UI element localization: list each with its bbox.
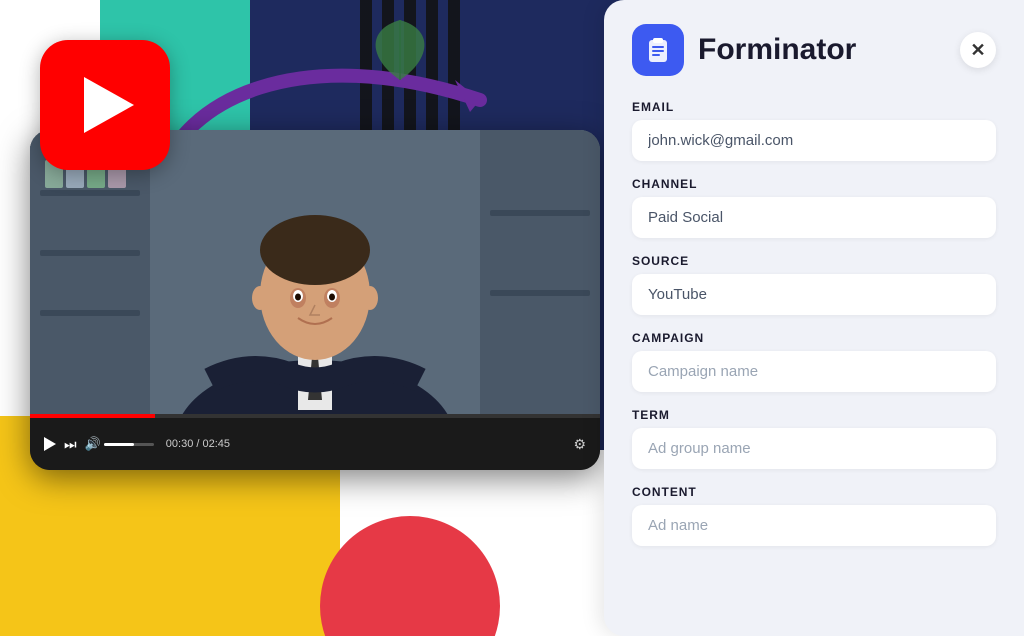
volume-control[interactable]: 🔊	[85, 436, 154, 452]
channel-label: CHANNEL	[632, 177, 996, 191]
bg-shape-red-circle	[320, 516, 500, 636]
panel-header: Forminator ✕	[632, 24, 996, 76]
content-input[interactable]	[632, 505, 996, 546]
leaf-decoration	[360, 10, 440, 90]
term-input[interactable]	[632, 428, 996, 469]
settings-icon[interactable]: ⚙	[573, 436, 586, 453]
panel-title: Forminator	[698, 33, 856, 67]
email-label: EMAIL	[632, 100, 996, 114]
left-background: ⏭ 🔊 00:30 / 02:45 ⚙	[0, 0, 640, 636]
campaign-input[interactable]	[632, 351, 996, 392]
play-icon	[44, 437, 56, 451]
content-label: CONTENT	[632, 485, 996, 499]
campaign-label: CAMPAIGN	[632, 331, 996, 345]
channel-input[interactable]	[632, 197, 996, 238]
forminator-icon-box	[632, 24, 684, 76]
video-person	[30, 130, 600, 418]
volume-bar[interactable]	[104, 443, 154, 446]
video-content	[30, 130, 600, 418]
volume-fill	[104, 443, 134, 446]
source-group: SOURCE	[632, 254, 996, 315]
email-input[interactable]	[632, 120, 996, 161]
email-group: EMAIL	[632, 100, 996, 161]
video-controls: ⏭ 🔊 00:30 / 02:45 ⚙	[30, 418, 600, 470]
source-label: SOURCE	[632, 254, 996, 268]
play-button[interactable]	[44, 437, 56, 451]
youtube-logo	[40, 40, 170, 170]
panel-title-group: Forminator	[632, 24, 856, 76]
volume-icon: 🔊	[85, 436, 101, 452]
term-group: TERM	[632, 408, 996, 469]
video-time: 00:30 / 02:45	[166, 438, 230, 450]
close-button[interactable]: ✕	[960, 32, 996, 68]
clipboard-icon	[644, 36, 672, 64]
channel-group: CHANNEL	[632, 177, 996, 238]
skip-button[interactable]: ⏭	[64, 436, 77, 453]
content-group: CONTENT	[632, 485, 996, 546]
video-player[interactable]: ⏭ 🔊 00:30 / 02:45 ⚙	[30, 130, 600, 470]
youtube-play-icon	[84, 77, 134, 133]
campaign-group: CAMPAIGN	[632, 331, 996, 392]
source-input[interactable]	[632, 274, 996, 315]
term-label: TERM	[632, 408, 996, 422]
forminator-panel: Forminator ✕ EMAIL CHANNEL SOURCE CAMPAI…	[604, 0, 1024, 636]
